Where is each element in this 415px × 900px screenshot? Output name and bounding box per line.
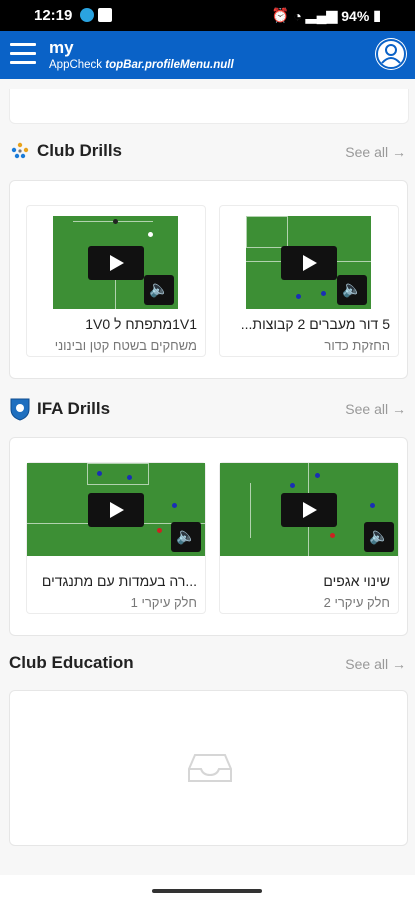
club-education-title: Club Education — [9, 653, 134, 672]
drill-title: 5 דור מעברים 2 קבוצות... — [240, 316, 390, 332]
arrow-right-icon: → — [392, 144, 406, 160]
volume-icon[interactable]: 🔈 — [171, 522, 201, 552]
club-drills-title: Club Drills — [37, 141, 123, 160]
profile-avatar-icon[interactable] — [375, 38, 407, 70]
drill-subtitle: חלק עיקרי 1 — [130, 595, 197, 610]
status-bar: 12:19 ⏰ ◔ ▂▄▆ 94% ▮ — [0, 0, 415, 31]
drill-card[interactable]: 🔈 ...רה בעמדות עם מתנגדים חלק עיקרי 1 — [26, 462, 206, 614]
see-all-label: See all — [345, 401, 389, 417]
drill-card[interactable]: 🔈 1V1מתפתח ל 1V0 משחקים בשטח קטן ובינוני — [26, 205, 206, 357]
club-education-header: Club Education — [9, 653, 134, 673]
home-gesture-handle[interactable] — [152, 889, 262, 893]
arrow-right-icon: → — [392, 401, 406, 417]
drill-card[interactable]: 🔈 שינוי אגפים חלק עיקרי 2 — [219, 462, 399, 614]
app-name: AppCheck — [49, 59, 103, 71]
ifa-drills-header: IFA Drills — [9, 397, 110, 421]
drill-title: ...רה בעמדות עם מתנגדים — [41, 573, 197, 589]
club-drills-panel: 🔈 5 דור מעברים 2 קבוצות... החזקת כדור 🔈 … — [9, 180, 408, 379]
ifa-drills-panel: 🔈 שינוי אגפים חלק עיקרי 2 🔈 ...רה בעמדות… — [9, 437, 408, 636]
drill-title: 1V1מתפתח ל 1V0 — [85, 316, 197, 332]
see-all-label: See all — [345, 144, 389, 160]
gallery-icon — [98, 8, 112, 22]
club-education-panel — [9, 690, 408, 846]
ifa-shield-icon — [10, 398, 30, 421]
club-education-see-all[interactable]: See all → — [345, 656, 406, 672]
club-drills-header: Club Drills — [9, 140, 122, 162]
brand-title: my — [49, 38, 74, 57]
alarm-icon: ⏰ — [271, 7, 290, 23]
volume-icon[interactable]: 🔈 — [337, 275, 367, 305]
drill-subtitle: חלק עיקרי 2 — [323, 595, 390, 610]
top-app-bar: my AppCheck topBar.profileMenu.null — [0, 31, 415, 79]
empty-inbox-icon — [188, 754, 232, 782]
battery-icon: ▮ — [373, 7, 381, 23]
drill-thumbnail[interactable]: 🔈 — [27, 463, 205, 556]
play-icon[interactable] — [87, 245, 144, 280]
drill-card[interactable]: 🔈 5 דור מעברים 2 קבוצות... החזקת כדור — [219, 205, 399, 357]
menu-icon[interactable] — [10, 43, 36, 65]
status-time: 12:19 — [34, 7, 73, 24]
battery-level: 94% — [341, 7, 370, 24]
brand-subtitle: AppCheck topBar.profileMenu.null — [49, 59, 234, 71]
drill-subtitle: משחקים בשטח קטן ובינוני — [54, 338, 197, 353]
volume-icon[interactable]: 🔈 — [144, 275, 174, 305]
system-nav-bar — [0, 875, 415, 900]
drill-thumbnail[interactable]: 🔈 — [246, 216, 371, 309]
status-right: ⏰ ◔ ▂▄▆ 94% ▮ — [272, 7, 381, 24]
club-drills-see-all[interactable]: See all → — [345, 144, 406, 160]
drill-thumbnail[interactable]: 🔈 — [53, 216, 178, 309]
signal-icon: ▂▄▆ — [305, 7, 338, 23]
profile-menu-text: topBar.profileMenu.null — [105, 59, 234, 71]
see-all-label: See all — [345, 656, 389, 672]
drill-thumbnail[interactable]: 🔈 — [220, 463, 398, 556]
main-content: Club Drills See all → 🔈 5 דור מעברים 2 ק… — [0, 79, 415, 890]
ifa-drills-title: IFA Drills — [37, 399, 111, 418]
drill-title: שינוי אגפים — [323, 573, 390, 589]
play-icon[interactable] — [88, 492, 144, 527]
arrow-right-icon: → — [392, 656, 406, 672]
club-logo-icon — [11, 142, 29, 159]
play-icon[interactable] — [281, 492, 337, 527]
messenger-icon — [80, 8, 94, 22]
drill-subtitle: החזקת כדור — [324, 338, 390, 353]
play-icon[interactable] — [280, 245, 337, 280]
volume-icon[interactable]: 🔈 — [364, 522, 394, 552]
top-card — [9, 89, 409, 124]
wifi-icon: ◔ — [293, 7, 302, 24]
ifa-drills-see-all[interactable]: See all → — [345, 401, 406, 417]
